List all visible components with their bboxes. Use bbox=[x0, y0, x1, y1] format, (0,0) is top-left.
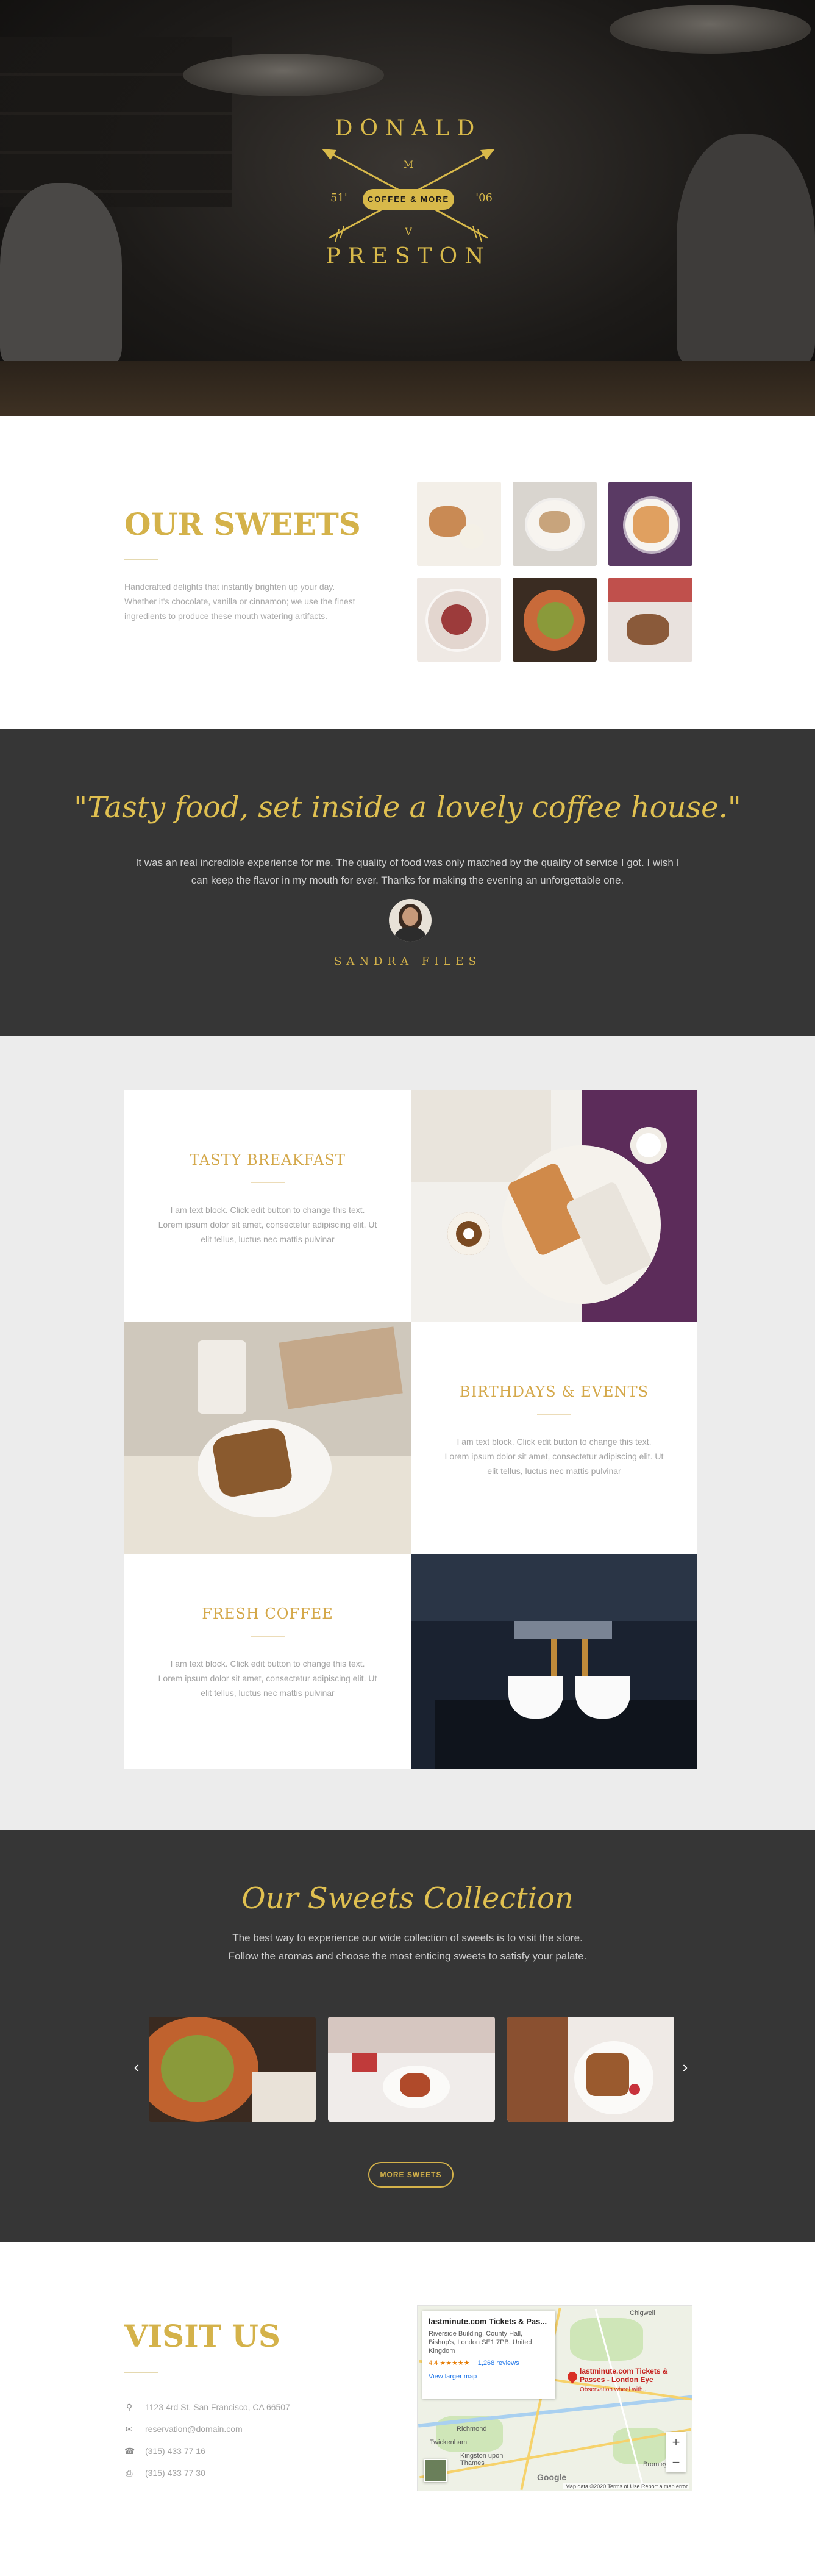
contact-fax: ⎙ (315) 433 77 30 bbox=[124, 2462, 290, 2484]
brand-logo: DONALD M 51' COFFEE & MORE '06 V PRESTON bbox=[317, 98, 500, 299]
envelope-icon: ✉ bbox=[126, 2424, 133, 2434]
zoom-out-button[interactable]: − bbox=[666, 2452, 686, 2472]
map-pin-subtitle: Observation wheel with... bbox=[580, 2386, 648, 2393]
avatar bbox=[389, 899, 432, 942]
address-text: 1123 4rd St. San Francisco, CA 66507 bbox=[145, 2402, 290, 2412]
testimonial-section: "Tasty food, set inside a lovely coffee … bbox=[0, 729, 815, 1036]
gallery-thumb[interactable] bbox=[417, 482, 501, 566]
logo-v: V bbox=[405, 226, 412, 237]
service-text: I am text block. Click edit button to ch… bbox=[158, 1205, 377, 1244]
service-title: FRESH COFFEE bbox=[202, 1605, 333, 1622]
hero-lamp bbox=[183, 54, 384, 96]
reviews-link[interactable]: 1,268 reviews bbox=[478, 2360, 519, 2367]
hero-counter bbox=[0, 361, 815, 416]
sweets-title: OUR SWEETS bbox=[124, 506, 361, 542]
collection-title: Our Sweets Collection bbox=[241, 1881, 574, 1916]
gallery-thumb[interactable] bbox=[417, 578, 501, 662]
gallery-thumb[interactable] bbox=[608, 482, 692, 566]
collection-subtitle-line: The best way to experience our wide coll… bbox=[232, 1932, 583, 1944]
hero-section: DONALD M 51' COFFEE & MORE '06 V PRESTON bbox=[0, 0, 815, 416]
place-title: lastminute.com Tickets & Pas... bbox=[429, 2317, 547, 2326]
logo-year-right: '06 bbox=[475, 191, 493, 204]
google-logo: Google bbox=[537, 2472, 567, 2482]
logo-banner: COFFEE & MORE bbox=[363, 189, 454, 210]
fax-text: (315) 433 77 30 bbox=[145, 2468, 205, 2478]
gallery-thumb[interactable] bbox=[513, 578, 597, 662]
divider bbox=[124, 2372, 158, 2373]
map-label: Richmond bbox=[457, 2425, 487, 2433]
services-grid: TASTY BREAKFAST I am text block. Click e… bbox=[124, 1090, 698, 1769]
visit-section: VISIT US ⚲ 1123 4rd St. San Francisco, C… bbox=[0, 2242, 815, 2576]
breakfast-image bbox=[411, 1090, 697, 1322]
map-river bbox=[418, 2395, 692, 2428]
logo-m: M bbox=[403, 159, 414, 170]
contact-list: ⚲ 1123 4rd St. San Francisco, CA 66507 ✉… bbox=[124, 2396, 290, 2484]
map-zoom-control: + − bbox=[666, 2432, 686, 2472]
map-place-card: lastminute.com Tickets & Pas... Riversid… bbox=[422, 2311, 555, 2399]
hero-lamp bbox=[610, 5, 811, 54]
divider bbox=[537, 1414, 571, 1415]
hero-shelf-image bbox=[0, 37, 232, 207]
logo-bottom-word: PRESTON bbox=[326, 244, 491, 269]
fax-icon: ⎙ bbox=[126, 2468, 133, 2478]
carousel-prev-arrow-icon[interactable]: ‹ bbox=[130, 2058, 143, 2076]
carousel-next-arrow-icon[interactable]: › bbox=[679, 2058, 691, 2076]
cake-image bbox=[124, 1322, 411, 1554]
carousel-slide[interactable] bbox=[328, 2017, 495, 2122]
collection-subtitle: The best way to experience our wide coll… bbox=[0, 1929, 815, 1966]
contact-phone: ☎ (315) 433 77 16 bbox=[124, 2440, 290, 2462]
hero-chef-right bbox=[677, 134, 815, 366]
carousel-slide[interactable] bbox=[149, 2017, 316, 2122]
testimonial-author: SANDRA FILES bbox=[334, 955, 481, 968]
coffee-machine-image bbox=[411, 1554, 697, 1769]
logo-year-left: 51' bbox=[330, 191, 347, 204]
testimonial-text: It was an real incredible experience for… bbox=[135, 857, 680, 886]
contact-address: ⚲ 1123 4rd St. San Francisco, CA 66507 bbox=[124, 2396, 290, 2418]
collection-subtitle-line: Follow the aromas and choose the most en… bbox=[228, 1950, 587, 1962]
service-card-events: BIRTHDAYS & EVENTS I am text block. Clic… bbox=[411, 1322, 697, 1554]
phone-text[interactable]: (315) 433 77 16 bbox=[145, 2446, 205, 2456]
gallery-thumb[interactable] bbox=[513, 482, 597, 566]
service-text: I am text block. Click edit button to ch… bbox=[158, 1659, 377, 1698]
map-marker-icon: ⚲ bbox=[126, 2402, 133, 2412]
phone-icon: ☎ bbox=[124, 2446, 135, 2456]
map-label: Bromley bbox=[643, 2461, 668, 2468]
carousel-slide[interactable] bbox=[507, 2017, 674, 2122]
service-text: I am text block. Click edit button to ch… bbox=[444, 1437, 664, 1476]
testimonial-quote: "Tasty food, set inside a lovely coffee … bbox=[74, 790, 741, 825]
service-title: BIRTHDAYS & EVENTS bbox=[459, 1383, 649, 1400]
zoom-in-button[interactable]: + bbox=[666, 2432, 686, 2452]
contact-email: ✉ reservation@domain.com bbox=[124, 2418, 290, 2440]
sweets-gallery bbox=[417, 482, 692, 662]
logo-top-word: DONALD bbox=[335, 116, 482, 141]
collection-section: Our Sweets Collection The best way to ex… bbox=[0, 1830, 815, 2242]
services-section: TASTY BREAKFAST I am text block. Click e… bbox=[0, 1036, 815, 1830]
map-pin-label[interactable]: lastminute.com Tickets & Passes - London… bbox=[580, 2367, 671, 2384]
divider bbox=[251, 1182, 285, 1183]
divider bbox=[124, 559, 158, 560]
divider bbox=[251, 1636, 285, 1637]
service-card-coffee: FRESH COFFEE I am text block. Click edit… bbox=[124, 1554, 411, 1769]
place-rating: 4.4 ★★★★★ 1,268 reviews bbox=[429, 2359, 549, 2367]
satellite-toggle[interactable] bbox=[424, 2459, 447, 2482]
map-label: Kingston upon Thames bbox=[460, 2452, 504, 2467]
collection-carousel bbox=[149, 2017, 674, 2122]
sweets-section: OUR SWEETS Handcrafted delights that ins… bbox=[0, 416, 815, 729]
place-address: Riverside Building, County Hall, Bishop'… bbox=[429, 2330, 532, 2355]
more-sweets-button[interactable]: MORE SWEETS bbox=[368, 2162, 454, 2188]
sweets-description: Handcrafted delights that instantly brig… bbox=[124, 582, 355, 621]
map-label: Chigwell bbox=[630, 2309, 655, 2317]
map-label: Twickenham bbox=[430, 2439, 468, 2446]
map-attribution[interactable]: Map data ©2020 Terms of Use Report a map… bbox=[563, 2483, 689, 2489]
gallery-thumb[interactable] bbox=[608, 578, 692, 662]
rating-stars: 4.4 ★★★★★ bbox=[429, 2360, 470, 2367]
hero-chef-left bbox=[0, 183, 122, 366]
view-larger-map-link[interactable]: View larger map bbox=[429, 2373, 549, 2380]
email-link[interactable]: reservation@domain.com bbox=[145, 2424, 243, 2434]
visit-title: VISIT US bbox=[124, 2318, 281, 2354]
google-map[interactable]: Chigwell Richmond Twickenham Kingston up… bbox=[417, 2305, 692, 2491]
service-card-breakfast: TASTY BREAKFAST I am text block. Click e… bbox=[124, 1090, 411, 1322]
service-title: TASTY BREAKFAST bbox=[190, 1151, 346, 1168]
